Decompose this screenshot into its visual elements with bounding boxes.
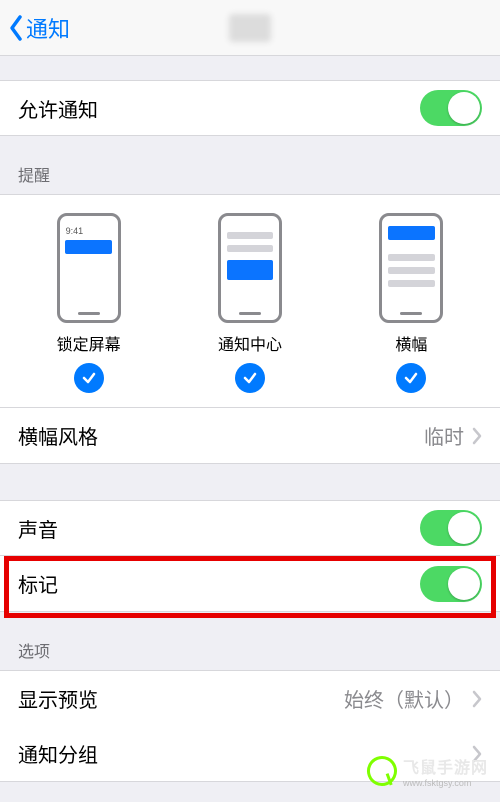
sounds-label: 声音	[18, 514, 58, 543]
alerts-group-header: 提醒	[0, 136, 500, 194]
badges-label: 标记	[18, 569, 58, 598]
alerts-panel: 9:41 锁定屏幕 通知中心	[0, 194, 500, 464]
check-icon	[74, 363, 104, 393]
alert-banner-label: 横幅	[395, 331, 427, 355]
alert-center-label: 通知中心	[218, 331, 282, 355]
badges-switch[interactable]	[420, 566, 482, 602]
watermark-name: 飞鼠手游网	[403, 754, 488, 778]
chevron-left-icon	[8, 14, 24, 42]
options-group-header: 选项	[0, 612, 500, 670]
show-previews-value: 始终（默认）	[344, 684, 464, 713]
watermark: 飞鼠手游网 www.fsktgsy.com	[367, 754, 488, 788]
alert-style-center[interactable]: 通知中心	[169, 213, 330, 393]
watermark-logo-icon	[362, 751, 402, 791]
chevron-right-icon	[472, 690, 482, 708]
allow-switch[interactable]	[420, 90, 482, 126]
alert-style-lock[interactable]: 9:41 锁定屏幕	[8, 213, 169, 393]
lock-screen-icon: 9:41	[57, 213, 121, 323]
banner-style-label: 横幅风格	[18, 421, 98, 450]
chevron-right-icon	[472, 427, 482, 445]
check-icon	[235, 363, 265, 393]
sounds-switch[interactable]	[420, 510, 482, 546]
banner-icon	[379, 213, 443, 323]
notification-center-icon	[218, 213, 282, 323]
alert-lock-label: 锁定屏幕	[57, 331, 121, 355]
sounds-row[interactable]: 声音	[0, 500, 500, 556]
alert-style-banner[interactable]: 横幅	[331, 213, 492, 393]
back-button[interactable]: 通知	[8, 12, 70, 44]
allow-notifications-row[interactable]: 允许通知	[0, 80, 500, 136]
banner-style-value: 临时	[424, 421, 464, 450]
banner-style-row[interactable]: 横幅风格 临时	[0, 407, 500, 463]
show-previews-row[interactable]: 显示预览 始终（默认）	[0, 670, 500, 726]
badges-row[interactable]: 标记	[0, 556, 500, 612]
back-label: 通知	[26, 12, 70, 44]
check-icon	[396, 363, 426, 393]
nav-title-blurred	[229, 14, 271, 42]
show-previews-label: 显示预览	[18, 684, 98, 713]
nav-header: 通知	[0, 0, 500, 56]
allow-label: 允许通知	[18, 94, 98, 123]
watermark-url: www.fsktgsy.com	[403, 778, 488, 788]
grouping-label: 通知分组	[18, 739, 98, 768]
